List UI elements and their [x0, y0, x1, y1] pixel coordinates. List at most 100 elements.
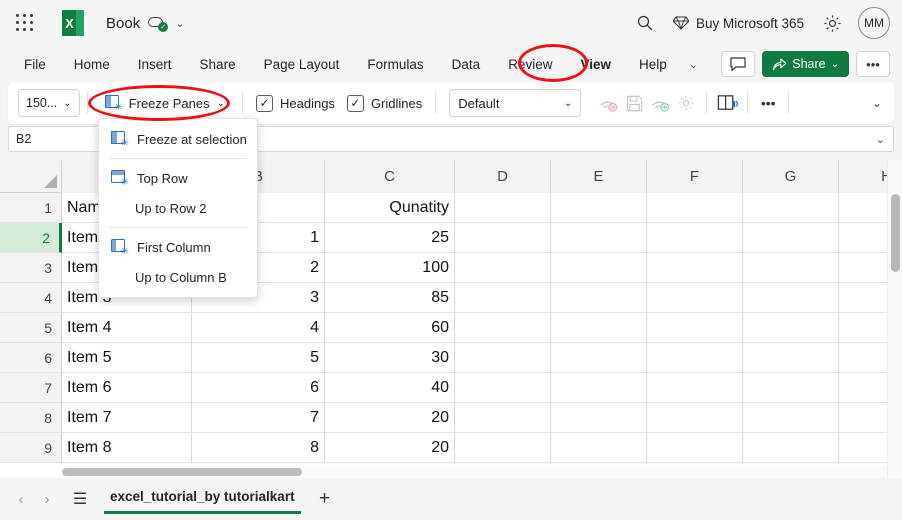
- cell-C9[interactable]: 20: [325, 433, 455, 463]
- menu-item-freeze-at-selection[interactable]: ✳ Freeze at selection: [99, 124, 257, 154]
- zoom-level-dropdown[interactable]: 150... ⌄: [18, 89, 80, 117]
- cell-F8[interactable]: [647, 403, 743, 433]
- tab-file[interactable]: File: [14, 52, 56, 77]
- cell-D5[interactable]: [455, 313, 551, 343]
- row-header-9[interactable]: 9: [0, 433, 62, 463]
- cell-G5[interactable]: [743, 313, 839, 343]
- cell-F5[interactable]: [647, 313, 743, 343]
- menu-item-up-to-column-b[interactable]: Up to Column B: [99, 262, 257, 292]
- cell-A9[interactable]: Item 8: [62, 433, 192, 463]
- document-title[interactable]: Book: [106, 15, 140, 32]
- row-header-2[interactable]: 2: [0, 223, 62, 253]
- cell-D3[interactable]: [455, 253, 551, 283]
- ribbon-more-button[interactable]: •••: [755, 90, 781, 116]
- cell-G8[interactable]: [743, 403, 839, 433]
- cell-D2[interactable]: [455, 223, 551, 253]
- cell-G7[interactable]: [743, 373, 839, 403]
- cell-C4[interactable]: 85: [325, 283, 455, 313]
- share-button[interactable]: Share ⌄: [762, 51, 849, 77]
- cell-A5[interactable]: Item 4: [62, 313, 192, 343]
- cell-C5[interactable]: 60: [325, 313, 455, 343]
- cell-G9[interactable]: [743, 433, 839, 463]
- row-header-7[interactable]: 7: [0, 373, 62, 403]
- tab-home[interactable]: Home: [64, 52, 120, 77]
- row-header-8[interactable]: 8: [0, 403, 62, 433]
- next-sheet-arrow-icon[interactable]: ›: [34, 486, 60, 512]
- horizontal-scrollbar[interactable]: [62, 466, 887, 478]
- cell-C7[interactable]: 40: [325, 373, 455, 403]
- column-header-e[interactable]: E: [551, 160, 647, 193]
- cell-C1[interactable]: Qunatity: [325, 193, 455, 223]
- cell-G6[interactable]: [743, 343, 839, 373]
- tab-insert[interactable]: Insert: [128, 52, 182, 77]
- formula-expand-chevron-icon[interactable]: ⌄: [876, 133, 885, 146]
- freeze-panes-button[interactable]: ✳ Freeze Panes ⌄: [95, 88, 235, 118]
- title-chevron-down-icon[interactable]: ⌄: [175, 17, 184, 30]
- cell-E6[interactable]: [551, 343, 647, 373]
- tab-data[interactable]: Data: [442, 52, 491, 77]
- row-header-1[interactable]: 1: [0, 193, 62, 223]
- tab-view[interactable]: View: [570, 52, 621, 77]
- search-icon[interactable]: [629, 7, 661, 39]
- cell-C3[interactable]: 100: [325, 253, 455, 283]
- tab-share[interactable]: Share: [190, 52, 246, 77]
- cell-E3[interactable]: [551, 253, 647, 283]
- cell-E4[interactable]: [551, 283, 647, 313]
- row-header-3[interactable]: 3: [0, 253, 62, 283]
- cell-G2[interactable]: [743, 223, 839, 253]
- select-all-corner[interactable]: [0, 160, 62, 193]
- vertical-scrollbar-thumb[interactable]: [891, 194, 900, 272]
- row-header-5[interactable]: 5: [0, 313, 62, 343]
- cell-F6[interactable]: [647, 343, 743, 373]
- cell-A6[interactable]: Item 5: [62, 343, 192, 373]
- cell-A7[interactable]: Item 6: [62, 373, 192, 403]
- column-header-d[interactable]: D: [455, 160, 551, 193]
- vertical-scrollbar[interactable]: [887, 160, 902, 478]
- gridlines-checkbox[interactable]: ✓ Gridlines: [341, 94, 428, 112]
- tab-overflow-chevron-icon[interactable]: ⌄: [681, 58, 706, 71]
- cell-G4[interactable]: [743, 283, 839, 313]
- cell-B5[interactable]: 4: [192, 313, 325, 343]
- cell-B7[interactable]: 6: [192, 373, 325, 403]
- row-header-6[interactable]: 6: [0, 343, 62, 373]
- cell-E9[interactable]: [551, 433, 647, 463]
- gear-icon[interactable]: [816, 7, 848, 39]
- headings-checkbox[interactable]: ✓ Headings: [250, 94, 341, 112]
- cell-F1[interactable]: [647, 193, 743, 223]
- menu-item-top-row[interactable]: ✳ Top Row: [99, 163, 257, 193]
- sheet-tab-active[interactable]: excel_tutorial_by tutorialkart: [104, 484, 301, 514]
- horizontal-scrollbar-thumb[interactable]: [62, 468, 302, 476]
- cell-D1[interactable]: [455, 193, 551, 223]
- all-sheets-menu-icon[interactable]: ☰: [66, 486, 94, 512]
- cell-E5[interactable]: [551, 313, 647, 343]
- menu-item-first-column[interactable]: ✳ First Column: [99, 232, 257, 262]
- cell-F9[interactable]: [647, 433, 743, 463]
- tab-review[interactable]: Review: [498, 52, 562, 77]
- row-header-4[interactable]: 4: [0, 283, 62, 313]
- cell-C2[interactable]: 25: [325, 223, 455, 253]
- cell-G3[interactable]: [743, 253, 839, 283]
- cell-E8[interactable]: [551, 403, 647, 433]
- user-avatar[interactable]: MM: [858, 7, 890, 39]
- cell-E2[interactable]: [551, 223, 647, 253]
- cell-A8[interactable]: Item 7: [62, 403, 192, 433]
- more-options-button[interactable]: •••: [856, 51, 890, 77]
- cell-B9[interactable]: 8: [192, 433, 325, 463]
- cell-F2[interactable]: [647, 223, 743, 253]
- cell-D4[interactable]: [455, 283, 551, 313]
- cell-E7[interactable]: [551, 373, 647, 403]
- cell-F7[interactable]: [647, 373, 743, 403]
- cloud-saved-icon[interactable]: ✓: [148, 14, 169, 32]
- cell-D7[interactable]: [455, 373, 551, 403]
- tab-help[interactable]: Help: [629, 52, 677, 77]
- column-header-g[interactable]: G: [743, 160, 839, 193]
- cell-D9[interactable]: [455, 433, 551, 463]
- column-header-f[interactable]: F: [647, 160, 743, 193]
- cell-D8[interactable]: [455, 403, 551, 433]
- previous-sheet-arrow-icon[interactable]: ‹: [8, 486, 34, 512]
- ribbon-collapse-chevron-icon[interactable]: ⌄: [872, 96, 882, 110]
- menu-item-up-to-row-2[interactable]: Up to Row 2: [99, 193, 257, 223]
- app-launcher-icon[interactable]: [8, 6, 42, 40]
- immersive-reader-icon[interactable]: [714, 90, 740, 116]
- cell-E1[interactable]: [551, 193, 647, 223]
